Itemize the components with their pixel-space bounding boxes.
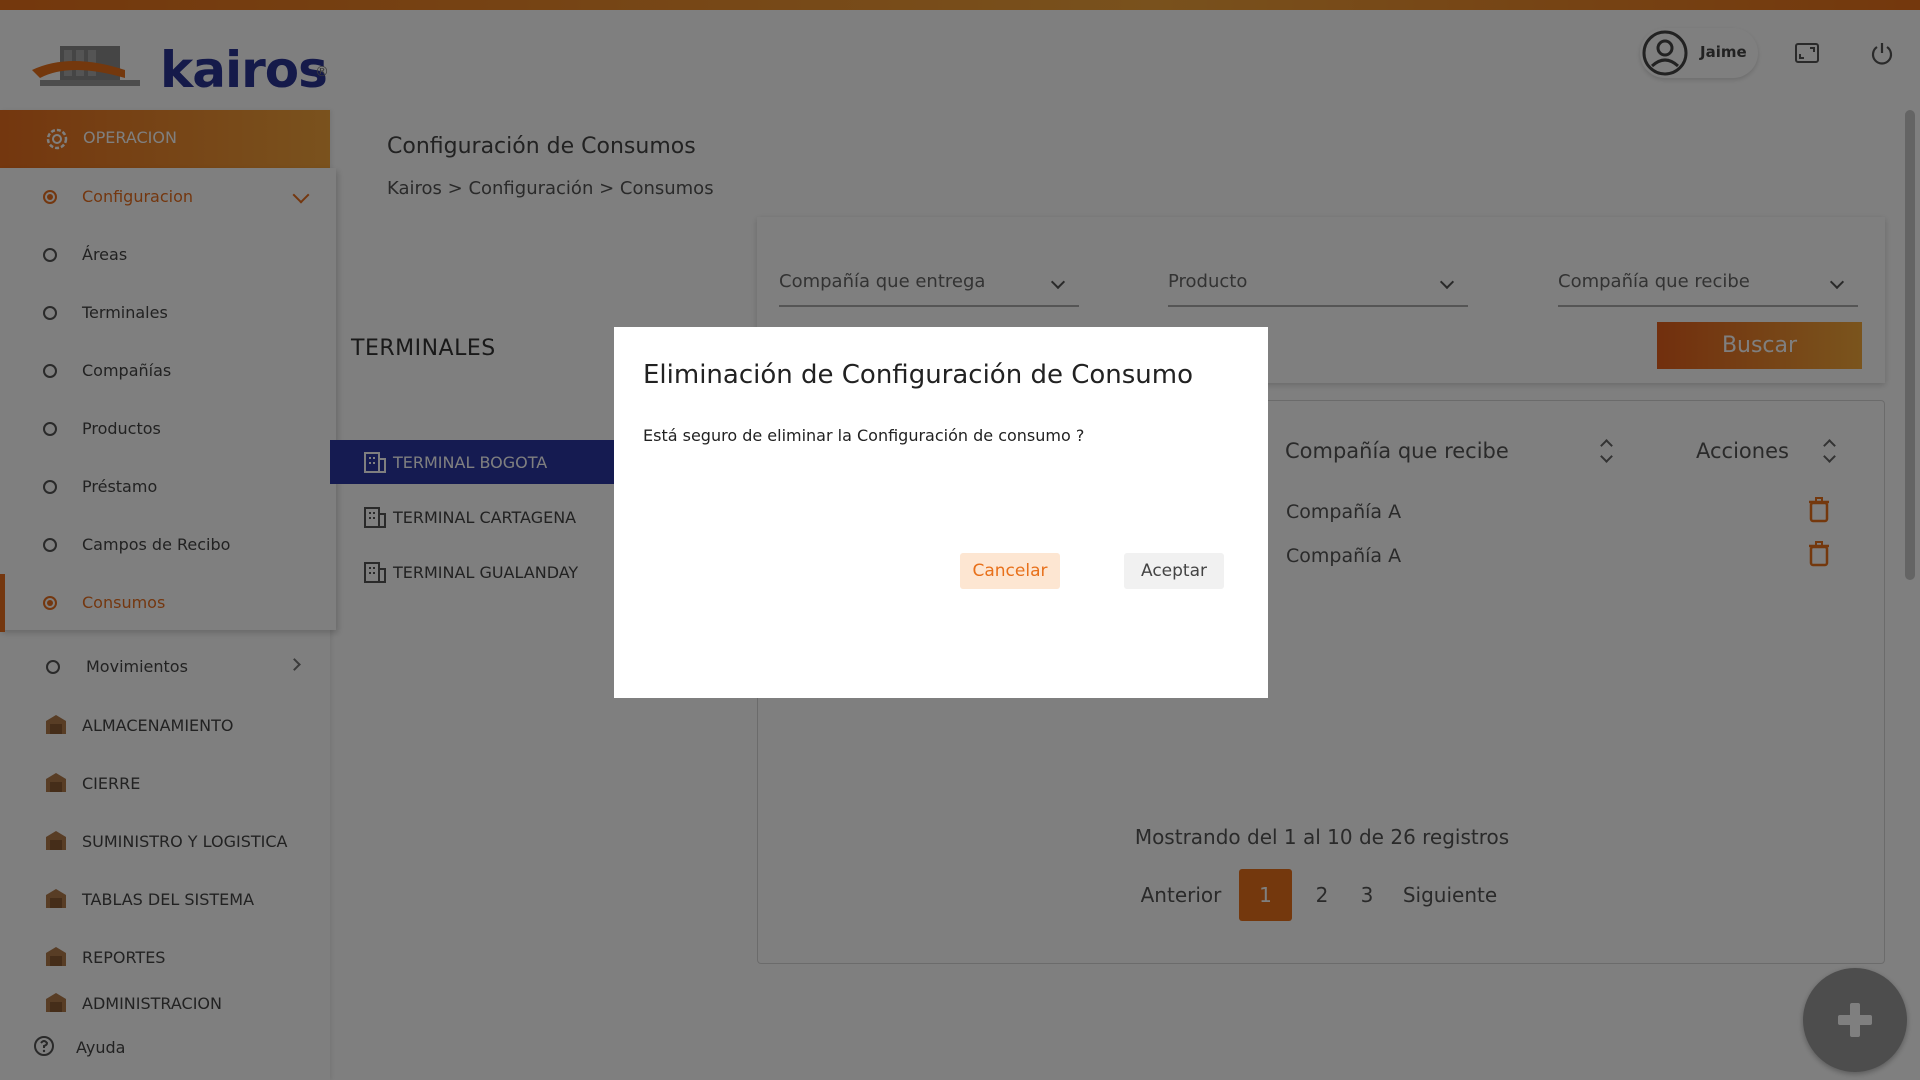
dialog-message: Está seguro de eliminar la Configuración…	[643, 426, 1085, 445]
delete-confirmation-dialog: Eliminación de Configuración de Consumo …	[614, 327, 1268, 698]
accept-button[interactable]: Aceptar	[1124, 553, 1224, 589]
cancel-button[interactable]: Cancelar	[960, 553, 1060, 589]
dialog-title: Eliminación de Configuración de Consumo	[643, 360, 1194, 390]
